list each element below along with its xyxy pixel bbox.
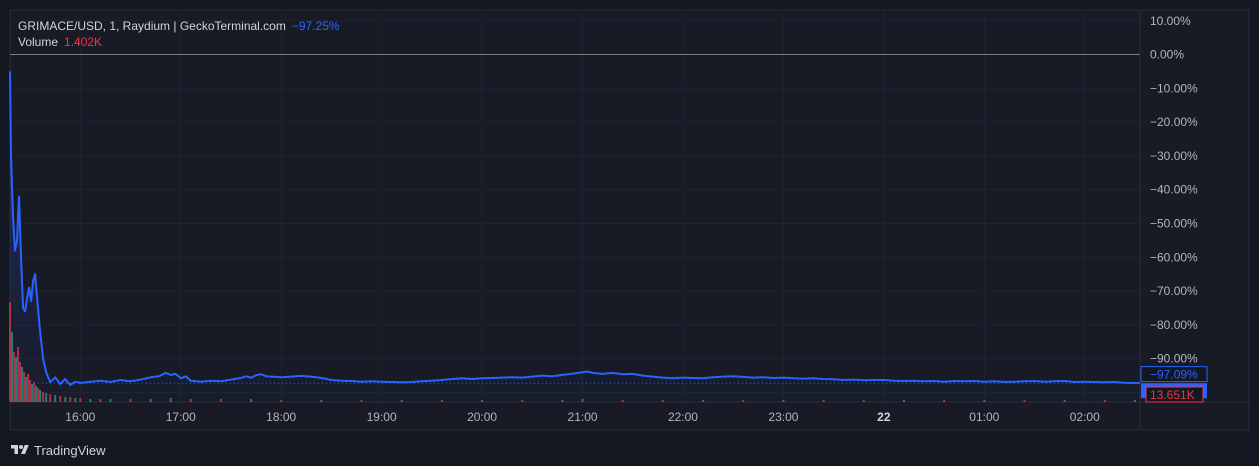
x-tick-label: 17:00 (166, 410, 196, 424)
y-tick-label: −10.00% (1150, 81, 1198, 95)
y-tick-label: −30.00% (1150, 149, 1198, 163)
x-tick-label: 16:00 (65, 410, 95, 424)
y-tick-label: −50.00% (1150, 217, 1198, 231)
plot-frame (9, 9, 1250, 431)
price-chart[interactable]: 10.00% 0.00% −10.00% −20.00% −30.00% −40.00% −… (0, 0, 1259, 466)
y-tick-label: −70.00% (1150, 284, 1198, 298)
x-tick-label: 23:00 (768, 410, 798, 424)
x-tick-label: 18:00 (266, 410, 296, 424)
legend-volume-row: Volume 1.402K (18, 34, 340, 50)
tradingview-attribution[interactable]: TradingView (10, 440, 106, 460)
y-tick-label: −90.00% (1150, 352, 1198, 366)
tradingview-logo-icon (11, 445, 29, 454)
x-tick-label: 02:00 (1070, 410, 1100, 424)
y-tick-label: −60.00% (1150, 250, 1198, 264)
x-tick-label: 01:00 (969, 410, 999, 424)
y-tick-label: −20.00% (1150, 115, 1198, 129)
y-tick-label: −40.00% (1150, 183, 1198, 197)
legend-volume-label: Volume (18, 35, 59, 49)
legend-volume-value: 1.402K (64, 35, 103, 49)
legend-price-row: GRIMACE/USD, 1, Raydium | GeckoTerminal.… (18, 18, 340, 34)
y-tick-label: −80.00% (1150, 318, 1198, 332)
price-label-outline: −97.09% (1150, 368, 1198, 382)
x-tick-label: 22:00 (668, 410, 698, 424)
x-tick-label: 19:00 (367, 410, 397, 424)
x-tick-label: 21:00 (568, 410, 598, 424)
chart-frame: 10.00% 0.00% −10.00% −20.00% −30.00% −40.00% −… (0, 0, 1259, 466)
x-tick-label: 20:00 (467, 410, 497, 424)
chart-legend: GRIMACE/USD, 1, Raydium | GeckoTerminal.… (18, 18, 340, 50)
tradingview-brand: TradingView (34, 442, 106, 458)
legend-pair-title: GRIMACE/USD, 1, Raydium | GeckoTerminal.… (18, 19, 286, 33)
legend-change-value: −97.25% (291, 19, 340, 33)
y-tick-label: 0.00% (1150, 48, 1184, 62)
volume-axis-label: 13.651K (1150, 388, 1195, 402)
y-tick-label: 10.00% (1150, 14, 1191, 28)
x-tick-label: 22 (877, 410, 891, 424)
